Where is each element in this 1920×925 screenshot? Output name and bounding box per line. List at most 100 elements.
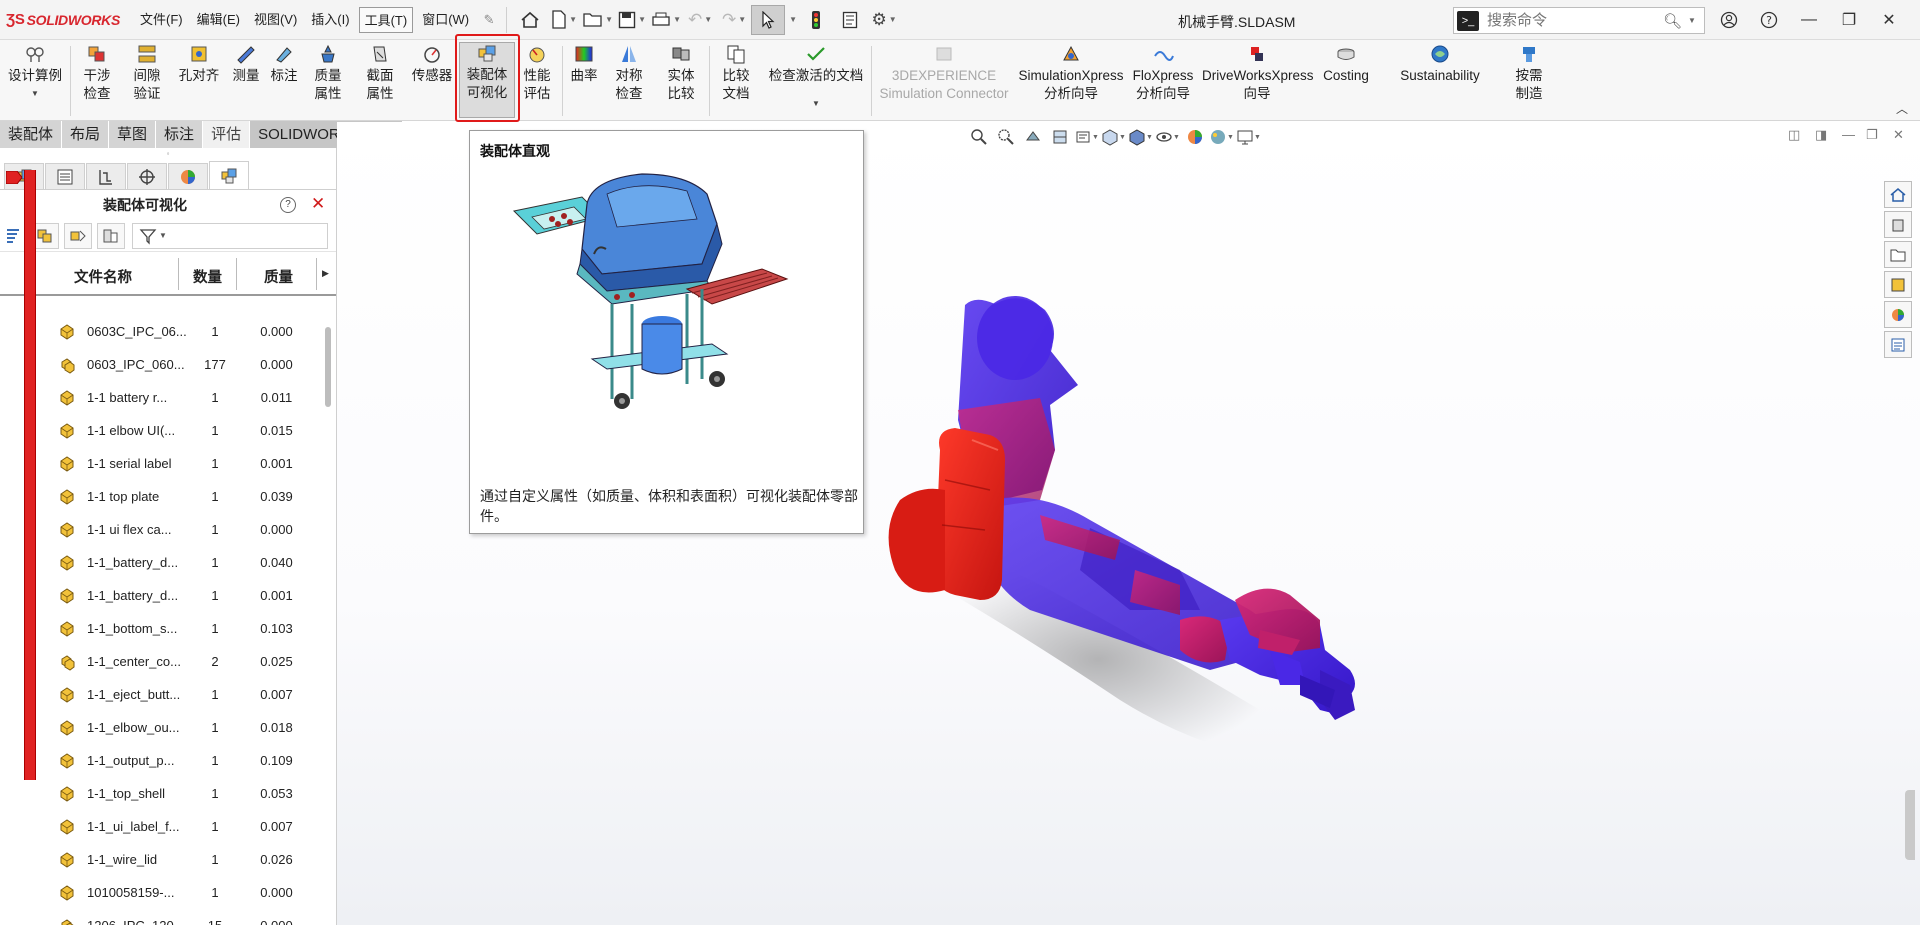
search-input[interactable] [1487,12,1657,29]
filter-dropdown-icon[interactable]: ▼ [159,231,167,240]
tab-markup[interactable]: 标注 [156,121,204,148]
interference-detection-button[interactable]: 干涉检查 [74,44,120,103]
collapse-ribbon-icon[interactable]: ︿ [1896,100,1908,117]
manufacture-on-demand-button[interactable]: 按需制造 [1504,44,1554,103]
component-row[interactable]: 1206_IPC_120... 15 0.000 [0,909,320,925]
check-document-dropdown-icon[interactable]: ▼ [764,95,868,113]
section-properties-button[interactable]: 截面属性 [356,44,404,103]
apply-scene-icon[interactable]: ▼ [1208,126,1235,148]
component-row[interactable]: 1-1 battery r... 1 0.011 [0,381,320,414]
driveworksxpress-button[interactable]: DriveWorksXpress 向导 [1200,44,1314,103]
search-icon[interactable]: 🔍︎ [1663,12,1682,30]
component-row[interactable]: 1-1_output_p... 1 0.109 [0,744,320,777]
hole-alignment-button[interactable]: 孔对齐 [176,44,222,85]
viewport-split-left-icon[interactable]: ◫ [1788,127,1800,143]
column-header-mass[interactable]: 质量 [264,266,293,287]
clearance-verification-button[interactable]: 间隙验证 [124,44,170,103]
check-active-document-button[interactable]: 检查激活的文档 ▼ [764,44,868,113]
3dexperience-connector-button[interactable]: 3DEXPERIENCE Simulation Connector [875,44,1013,103]
viewport-restore-icon[interactable]: ❐ [1866,127,1878,143]
zoom-to-fit-icon[interactable] [965,126,992,148]
task-pane-edge-handle[interactable] [1905,790,1915,860]
more-columns-arrow-icon[interactable]: ▶ [322,268,329,279]
component-row[interactable]: 1-1_battery_d... 1 0.001 [0,579,320,612]
close-window-icon[interactable]: ✕ [1874,6,1904,34]
new-document-icon[interactable]: ▼ [547,5,581,35]
select-cursor-icon[interactable] [751,4,786,35]
menu-view[interactable]: 视图(V) [249,7,302,33]
compare-geometry-button[interactable]: 实体比较 [656,44,706,103]
tab-assembly[interactable]: 装配体 [0,121,63,148]
previous-view-icon[interactable] [1019,126,1046,148]
column-divider[interactable] [316,258,317,290]
file-explorer-icon[interactable] [1884,241,1912,268]
custom-properties-icon[interactable] [1884,331,1912,358]
dimxpert-manager-tab[interactable] [127,163,167,189]
simulationxpress-button[interactable]: SimulationXpress 分析向导 [1016,44,1126,103]
nested-view-button[interactable] [64,222,92,249]
print-icon[interactable]: ▼ [649,5,683,35]
design-study-dropdown-icon[interactable]: ▼ [4,85,66,103]
component-row[interactable]: 1010058159-... 1 0.000 [0,876,320,909]
home-icon[interactable] [513,5,547,35]
property-manager-tab[interactable] [45,163,85,189]
component-row[interactable]: 0603_IPC_060... 177 0.000 [0,348,320,381]
floxpress-button[interactable]: FloXpress 分析向导 [1128,44,1198,103]
component-row[interactable]: 1-1_ui_label_f... 1 0.007 [0,810,320,843]
dynamic-annotation-icon[interactable]: ▼ [1073,126,1100,148]
save-icon[interactable]: ▼ [615,5,649,35]
column-divider[interactable] [236,258,237,290]
search-commands-box[interactable]: >_ 🔍︎ ▼ [1453,7,1705,34]
costing-button[interactable]: Costing [1318,44,1374,85]
component-row[interactable]: 1-1_eject_butt... 1 0.007 [0,678,320,711]
component-row[interactable]: 1-1 ui flex ca... 1 0.000 [0,513,320,546]
compare-documents-button[interactable]: 比较文档 [712,44,760,103]
panel-close-icon[interactable]: ✕ [311,194,325,214]
filter-box[interactable]: ▼ [132,222,328,249]
search-dropdown-icon[interactable]: ▼ [1688,16,1696,25]
component-row[interactable]: 0603C_IPC_06... 1 0.000 [0,315,320,348]
component-row[interactable]: 1-1 top plate 1 0.039 [0,480,320,513]
view-orientation-icon[interactable]: ▼ [1100,126,1127,148]
display-style-icon[interactable]: ▼ [1127,126,1154,148]
panel-help-icon[interactable]: ? [280,197,296,213]
configuration-manager-tab[interactable] [86,163,126,189]
component-row[interactable]: 1-1_top_shell 1 0.053 [0,777,320,810]
assembly-visualization-tab[interactable] [209,161,249,189]
hide-show-items-icon[interactable]: ▼ [1154,126,1181,148]
section-view-icon[interactable] [1046,126,1073,148]
dropdown-caret-icon[interactable]: ▼ [785,5,799,35]
zoom-to-area-icon[interactable] [992,126,1019,148]
sensor-button[interactable]: 传感器 [408,44,456,85]
menu-tools[interactable]: 工具(T) [358,6,414,33]
component-row[interactable]: 1-1_center_co... 2 0.025 [0,645,320,678]
open-folder-icon[interactable]: ▼ [581,5,615,35]
list-scrollbar-thumb[interactable] [325,327,331,407]
menu-edit[interactable]: 编辑(E) [192,7,245,33]
mass-properties-button[interactable]: 质量属性 [304,44,352,103]
redo-icon[interactable]: ↷ ▼ [717,5,751,35]
undo-icon[interactable]: ↶ ▼ [683,5,717,35]
edit-appearance-icon[interactable] [1181,126,1208,148]
symmetry-check-button[interactable]: 对称检查 [606,44,652,103]
measure-button[interactable]: 测量 [226,44,266,85]
list-view-button[interactable] [2,223,26,249]
component-row[interactable]: 1-1 serial label 1 0.001 [0,447,320,480]
design-library-icon[interactable] [1884,211,1912,238]
menu-file[interactable]: 文件(F) [135,7,188,33]
pin-icon[interactable]: ✎ [478,5,500,35]
component-row[interactable]: 1-1_battery_d... 1 0.040 [0,546,320,579]
group-view-button[interactable] [97,222,125,249]
visualization-slider-flag-icon[interactable] [6,171,22,184]
solidworks-logo[interactable]: ƷS SOLIDWORKS [0,11,135,28]
component-row[interactable]: 1-1 elbow UI(... 1 0.015 [0,414,320,447]
help-icon[interactable]: ? [1754,6,1784,34]
markup-button[interactable]: 标注 [266,44,302,85]
minimize-window-icon[interactable]: — [1794,6,1824,34]
menu-window[interactable]: 窗口(W) [417,7,474,33]
restore-window-icon[interactable]: ❐ [1834,6,1864,34]
solidworks-resources-icon[interactable] [1884,181,1912,208]
curvature-button[interactable]: 曲率 [566,44,602,85]
sustainability-button[interactable]: Sustainability [1392,44,1488,85]
tab-sketch[interactable]: 草图 [109,121,157,148]
